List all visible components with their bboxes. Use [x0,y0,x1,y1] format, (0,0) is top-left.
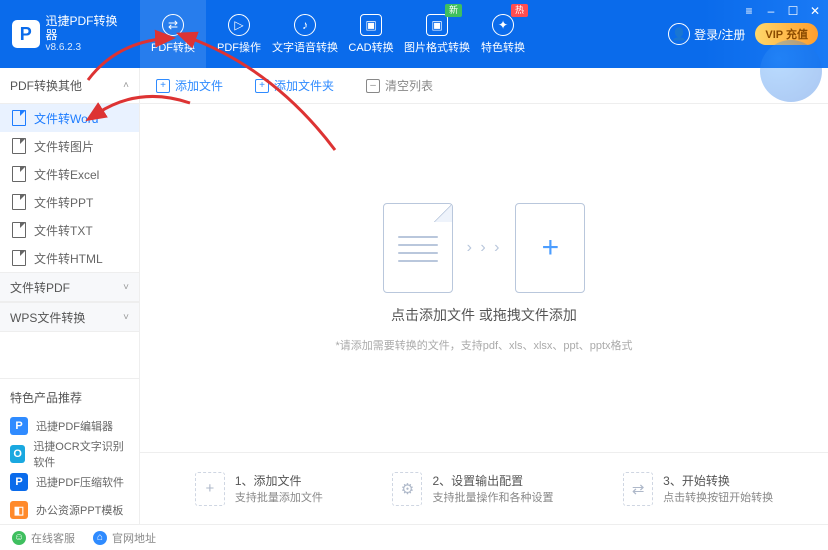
promo-icon: ◧ [10,501,28,519]
step-gear-icon: ⚙ [392,472,422,506]
tab-tts[interactable]: ♪文字语音转换 [272,0,338,68]
official-site-link[interactable]: ⌂官网地址 [93,530,156,546]
sidebar: 文件转Word 文件转图片 文件转Excel 文件转PPT 文件转TXT 文件转… [0,104,140,524]
main-panel: › › › + 点击添加文件 或拖拽文件添加 *请添加需要转换的文件，支持pdf… [140,104,828,524]
sidebar-group-wps[interactable]: WPS文件转换˅ [0,302,139,332]
avatar-icon: 👤 [668,23,690,45]
tab-cad[interactable]: ▣CAD转换 [338,0,404,68]
file-icon [12,166,26,182]
file-icon [12,138,26,154]
app-version: v8.6.2.3 [46,42,129,54]
login-button[interactable]: 👤登录/注册 [668,23,745,45]
tab-pdf-ops[interactable]: ▷PDF操作 [206,0,272,68]
online-service-link[interactable]: ☺在线客服 [12,530,75,546]
promo-icon: P [10,473,28,491]
globe-icon: ⌂ [93,531,107,545]
promo-heading: 特色产品推荐 [0,378,139,412]
step-2: ⚙2、设置输出配置支持批量操作和各种设置 [392,472,553,506]
audio-icon: ♪ [294,14,316,36]
badge-hot: 热 [511,4,528,17]
drop-subtitle: *请添加需要转换的文件，支持pdf、xls、xlsx、ppt、pptx格式 [335,337,632,353]
sidebar-item-to-txt[interactable]: 文件转TXT [0,216,139,244]
image-icon: ▣ [426,14,448,36]
sidebar-group-header[interactable]: PDF转换其他˄ [0,68,140,104]
promo-pdf-editor[interactable]: P迅捷PDF编辑器 [0,412,139,440]
tab-image[interactable]: 新▣图片格式转换 [404,0,470,68]
document-illustration [383,203,453,293]
promo-icon: O [10,445,25,463]
add-file-button[interactable]: +添加文件 [140,77,239,94]
app-title: 迅捷PDF转换器 [46,14,129,43]
add-folder-icon: + [255,79,269,93]
step-3: ⇄3、开始转换点击转换按钮开始转换 [623,472,773,506]
file-icon [12,110,26,126]
footer: ☺在线客服 ⌂官网地址 [0,524,828,550]
tab-special[interactable]: 热✦特色转换 [470,0,536,68]
badge-new: 新 [445,4,462,17]
minimize-button[interactable]: – [764,4,778,18]
promo-compress[interactable]: P迅捷PDF压缩软件 [0,468,139,496]
file-icon [12,250,26,266]
clear-list-button[interactable]: –清空列表 [350,77,449,94]
vip-button[interactable]: VIP 充值 [755,23,818,45]
sidebar-item-to-word[interactable]: 文件转Word [0,104,139,132]
window-controls: ≡ – ☐ ✕ [742,4,822,18]
promo-icon: P [10,417,28,435]
clear-icon: – [366,79,380,93]
menu-icon[interactable]: ≡ [742,4,756,18]
app-header: P 迅捷PDF转换器 v8.6.2.3 ⇄PDF转换 ▷PDF操作 ♪文字语音转… [0,0,828,68]
add-folder-button[interactable]: +添加文件夹 [239,77,350,94]
convert-icon: ⇄ [162,14,184,36]
brand-logo-icon: P [12,20,40,48]
sidebar-item-to-excel[interactable]: 文件转Excel [0,160,139,188]
sidebar-group-to-pdf[interactable]: 文件转PDF˅ [0,272,139,302]
sidebar-item-to-html[interactable]: 文件转HTML [0,244,139,272]
chevron-down-icon: ˅ [123,282,129,293]
drop-zone[interactable]: › › › + 点击添加文件 或拖拽文件添加 *请添加需要转换的文件，支持pdf… [140,104,828,452]
sidebar-item-to-ppt[interactable]: 文件转PPT [0,188,139,216]
drop-title: 点击添加文件 或拖拽文件添加 [391,305,577,325]
tab-pdf-convert[interactable]: ⇄PDF转换 [140,0,206,68]
steps-bar: +1、添加文件支持批量添加文件 ⚙2、设置输出配置支持批量操作和各种设置 ⇄3、… [140,452,828,524]
file-icon [12,222,26,238]
sidebar-item-to-image[interactable]: 文件转图片 [0,132,139,160]
top-tabs: ⇄PDF转换 ▷PDF操作 ♪文字语音转换 ▣CAD转换 新▣图片格式转换 热✦… [140,0,536,68]
step-convert-icon: ⇄ [623,472,653,506]
file-icon [12,194,26,210]
chevron-down-icon: ˅ [123,312,129,323]
star-icon: ✦ [492,14,514,36]
close-button[interactable]: ✕ [808,4,822,18]
toolbar: PDF转换其他˄ +添加文件 +添加文件夹 –清空列表 [0,68,828,104]
add-file-illustration[interactable]: + [515,203,585,293]
step-add-icon: + [195,472,225,506]
step-1: +1、添加文件支持批量添加文件 [195,472,323,506]
add-file-icon: + [156,79,170,93]
ops-icon: ▷ [228,14,250,36]
brand: P 迅捷PDF转换器 v8.6.2.3 [0,0,140,68]
promo-ocr[interactable]: O迅捷OCR文字识别软件 [0,440,139,468]
arrow-dots-icon: › › › [467,239,502,257]
promo-ppt-templates[interactable]: ◧办公资源PPT模板 [0,496,139,524]
service-icon: ☺ [12,531,26,545]
cad-icon: ▣ [360,14,382,36]
chevron-up-icon: ˄ [123,80,129,91]
maximize-button[interactable]: ☐ [786,4,800,18]
